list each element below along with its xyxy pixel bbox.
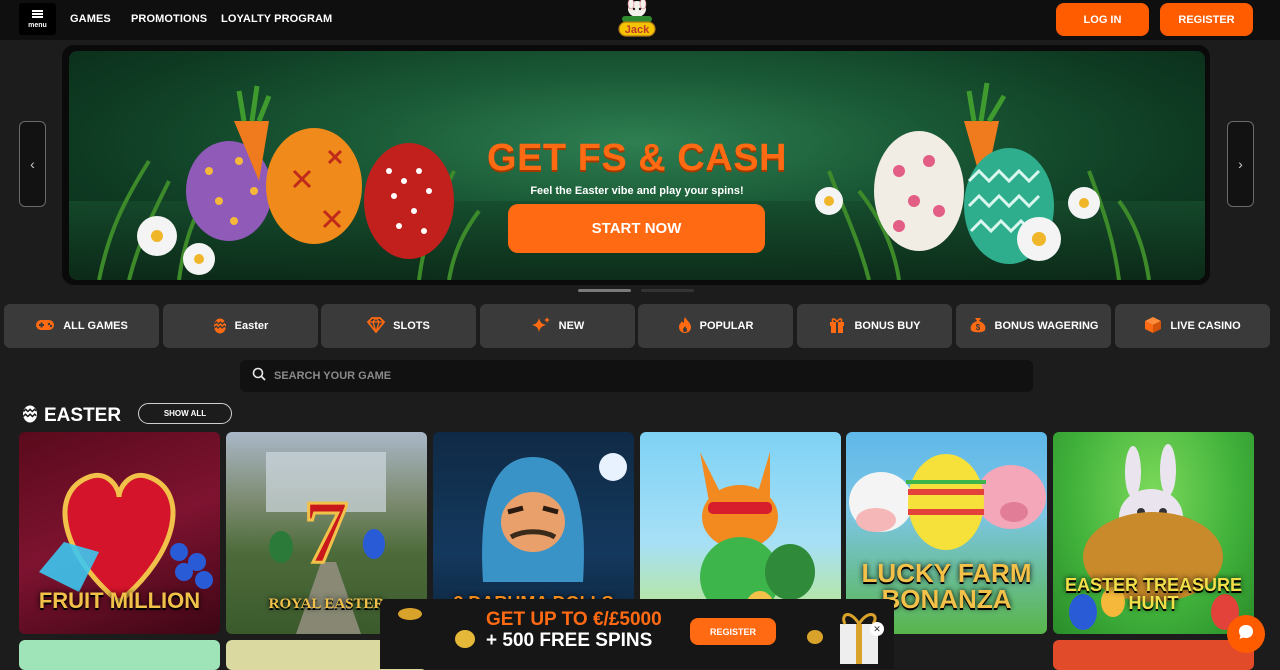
sparkle-icon (531, 316, 551, 337)
carousel-prev-button[interactable]: ‹ (19, 121, 46, 207)
hero-title: GET FS & CASH (487, 137, 787, 179)
chat-button[interactable] (1227, 615, 1265, 653)
chat-icon (1237, 623, 1255, 646)
cube-icon (1144, 316, 1162, 337)
search-bar[interactable] (240, 360, 1033, 392)
nav-promotions[interactable]: PROMOTIONS (131, 13, 207, 25)
svg-text:$: $ (975, 323, 980, 332)
start-now-button[interactable]: START NOW (508, 204, 765, 253)
login-button[interactable]: LOG IN (1056, 3, 1149, 36)
nav-loyalty-program[interactable]: LOYALTY PROGRAM (221, 13, 332, 25)
search-input[interactable] (274, 370, 974, 382)
promo-banner[interactable]: GET UP TO €/£5000 + 500 FREE SPINS REGIS… (380, 599, 894, 669)
fire-icon (678, 316, 692, 337)
category-label: ALL GAMES (63, 320, 128, 332)
coins-icon (398, 608, 475, 648)
section-title: EASTER (44, 405, 122, 426)
diamond-icon (366, 316, 386, 336)
egg-icon (213, 316, 227, 337)
register-button[interactable]: REGISTER (1160, 3, 1253, 36)
money-bag-icon: $ (969, 316, 987, 337)
chevron-right-icon: › (1238, 156, 1243, 172)
hero-banner[interactable]: GET FS & CASH Feel the Easter vibe and p… (69, 51, 1205, 280)
gift-icon (828, 316, 846, 337)
promo-line2: + 500 FREE SPINS (486, 630, 653, 651)
egg-icon (22, 403, 38, 429)
category-label: LIVE CASINO (1170, 320, 1241, 332)
hero-subtitle: Feel the Easter vibe and play your spins… (530, 185, 744, 197)
category-label: SLOTS (393, 320, 430, 332)
game-tile[interactable]: EASTER TREASURE HUNT (1053, 432, 1254, 634)
category-label: Easter (234, 320, 269, 332)
category-label: BONUS BUY (854, 320, 921, 332)
category-label: BONUS WAGERING (994, 320, 1099, 332)
close-icon[interactable]: ✕ (870, 622, 884, 636)
category-live-casino[interactable]: LIVE CASINO (1115, 304, 1270, 348)
category-new[interactable]: NEW (480, 304, 635, 348)
svg-text:7: 7 (304, 483, 349, 582)
hamburger-icon (32, 9, 43, 18)
menu-button[interactable]: menu (19, 3, 56, 35)
game-tile[interactable] (19, 640, 220, 670)
nav-games[interactable]: GAMES (70, 13, 111, 25)
carousel-dot-active[interactable] (578, 289, 631, 292)
category-all-games[interactable]: ALL GAMES (4, 304, 159, 348)
top-bar: menu GAMES PROMOTIONS LOYALTY PROGRAM Ja… (0, 0, 1280, 40)
category-label: POPULAR (699, 320, 754, 332)
section-heading: EASTER (22, 403, 121, 429)
game-tile[interactable]: FRUIT MILLION (19, 432, 220, 634)
category-popular[interactable]: POPULAR (638, 304, 793, 348)
gamepad-icon (35, 318, 55, 335)
promo-register-button[interactable]: REGISTER (690, 618, 776, 645)
game-tile[interactable] (1053, 640, 1254, 670)
chevron-left-icon: ‹ (30, 156, 35, 172)
category-bonus-buy[interactable]: BONUS BUY (797, 304, 952, 348)
game-title: EASTER TREASURE HUNT (1064, 575, 1243, 613)
logo-text: Jack (625, 24, 650, 36)
promo-line1: GET UP TO €/£5000 (486, 609, 662, 630)
site-logo[interactable]: Jack (612, 0, 662, 40)
carousel-dot[interactable] (641, 289, 694, 292)
category-label: NEW (558, 320, 585, 332)
show-all-button[interactable]: SHOW ALL (138, 403, 232, 424)
carousel-next-button[interactable]: › (1227, 121, 1254, 207)
search-icon (252, 367, 266, 386)
category-easter[interactable]: Easter (163, 304, 318, 348)
game-title: FRUIT MILLION (38, 588, 201, 613)
category-bonus-wagering[interactable]: $ BONUS WAGERING (956, 304, 1111, 348)
category-slots[interactable]: SLOTS (321, 304, 476, 348)
menu-label: menu (28, 21, 47, 29)
